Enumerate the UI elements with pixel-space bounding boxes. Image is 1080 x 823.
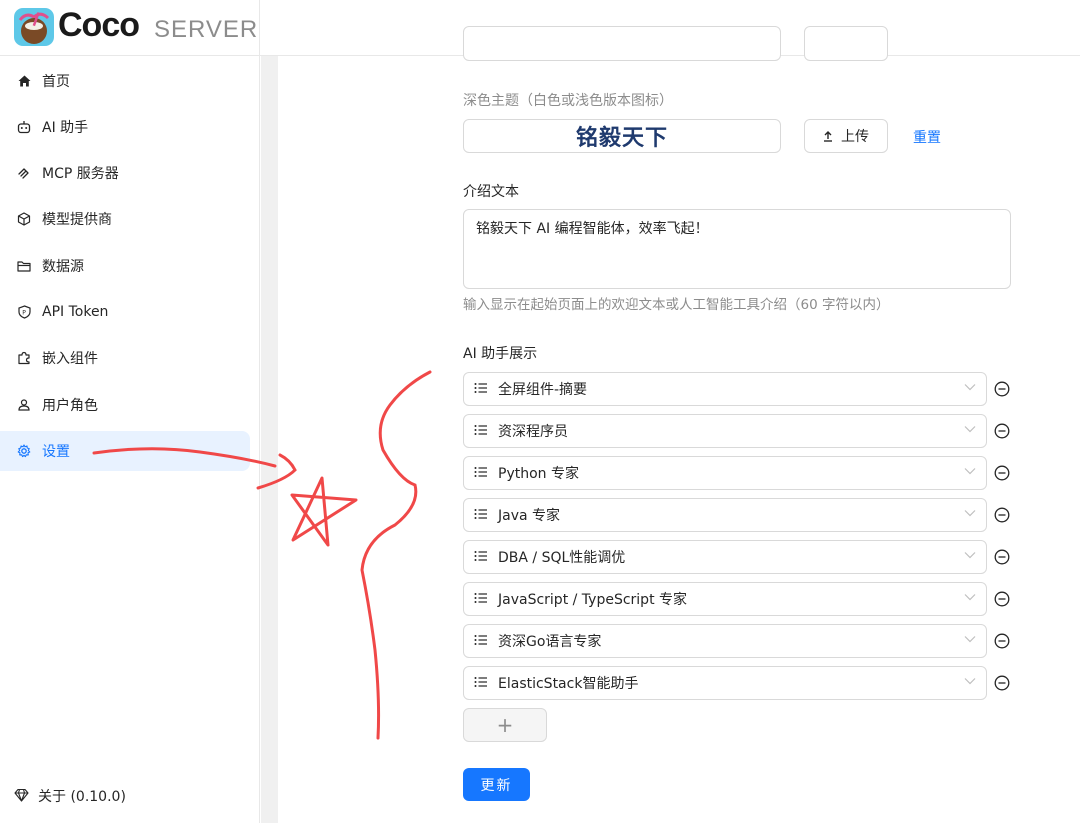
sidebar-item-mcp-server[interactable]: MCP 服务器 (0, 153, 250, 193)
drag-list-icon[interactable] (474, 382, 488, 396)
cube-icon (16, 211, 32, 227)
content-gutter (261, 56, 278, 823)
sidebar-item-ai-assistant[interactable]: AI 助手 (0, 107, 250, 147)
sidebar-item-model-provider[interactable]: 模型提供商 (0, 199, 250, 239)
assistant-select-value: 资深Go语言专家 (498, 634, 602, 650)
robot-icon (16, 119, 32, 135)
puzzle-icon (16, 350, 32, 366)
assistant-select[interactable]: Python 专家 (463, 456, 987, 490)
assistant-select[interactable]: 全屏组件-摘要 (463, 372, 987, 406)
plus-icon: + (496, 713, 514, 737)
gear-icon (16, 443, 32, 459)
remove-assistant-icon[interactable] (994, 381, 1010, 397)
remove-assistant-icon[interactable] (994, 549, 1010, 565)
remove-assistant-icon[interactable] (994, 465, 1010, 481)
assistant-select[interactable]: DBA / SQL性能调优 (463, 540, 987, 574)
svg-text:P: P (22, 310, 26, 317)
assistant-select-value: 资深程序员 (498, 424, 568, 440)
dark-theme-label: 深色主题（白色或浅色版本图标） (463, 93, 673, 109)
upload-button-label: 上传 (841, 129, 869, 145)
upload-icon (823, 130, 833, 142)
about-link[interactable]: 关于 (0.10.0) (14, 786, 126, 806)
assistants-label: AI 助手展示 (463, 346, 538, 362)
light-logo-preview (463, 26, 781, 61)
chevron-down-icon (964, 635, 976, 647)
drag-list-icon[interactable] (474, 676, 488, 690)
assistant-select-value: ElasticStack智能助手 (498, 676, 639, 692)
assistant-select-value: Java 专家 (498, 508, 561, 524)
brand-name: Coco (58, 6, 140, 44)
sidebar-item-label: 设置 (42, 444, 70, 460)
dark-logo-preview: 铭毅天下 (463, 119, 781, 153)
sidebar-item-label: 嵌入组件 (42, 351, 98, 367)
chevron-down-icon (964, 383, 976, 395)
assistant-select[interactable]: 资深Go语言专家 (463, 624, 987, 658)
sidebar-item-settings[interactable]: 设置 (0, 431, 250, 471)
assistant-select[interactable]: Java 专家 (463, 498, 987, 532)
assistant-select-value: JavaScript / TypeScript 专家 (498, 592, 688, 608)
sidebar-item-label: 数据源 (42, 259, 84, 275)
remove-assistant-icon[interactable] (994, 675, 1010, 691)
chevron-down-icon (964, 509, 976, 521)
drag-list-icon[interactable] (474, 592, 488, 606)
chevron-down-icon (964, 677, 976, 689)
sidebar-item-label: 用户角色 (42, 398, 98, 414)
logo-area: Coco SERVER (0, 0, 260, 56)
sidebar-item-label: 首页 (42, 74, 70, 90)
diamond-icon (14, 788, 30, 804)
intro-label: 介绍文本 (463, 184, 519, 200)
intro-help-text: 输入显示在起始页面上的欢迎文本或人工智能工具介绍（60 字符以内） (463, 297, 890, 313)
settings-form: 深色主题（白色或浅色版本图标） 铭毅天下 上传 重置 介绍文本 铭毅天下 AI … (278, 26, 1080, 823)
chevron-down-icon (964, 425, 976, 437)
assistant-select-value: 全屏组件-摘要 (498, 382, 588, 398)
add-assistant-button[interactable]: + (463, 708, 547, 742)
sidebar-item-embed-component[interactable]: 嵌入组件 (0, 338, 250, 378)
sidebar-item-user-role[interactable]: 用户角色 (0, 385, 250, 425)
remove-assistant-icon[interactable] (994, 423, 1010, 439)
coconut-logo-icon (14, 8, 54, 46)
home-icon (16, 73, 32, 89)
sidebar-item-data-source[interactable]: 数据源 (0, 246, 250, 286)
sidebar-item-home[interactable]: 首页 (0, 61, 250, 101)
assistant-select-value: Python 专家 (498, 466, 579, 482)
assistant-select[interactable]: ElasticStack智能助手 (463, 666, 987, 700)
shield-icon: P (16, 304, 32, 320)
reset-link[interactable]: 重置 (913, 127, 941, 147)
remove-assistant-icon[interactable] (994, 507, 1010, 523)
sidebar: 首页 AI 助手 MCP 服务器 模型提供商 数据源 P API Token 嵌… (0, 56, 260, 823)
chevron-down-icon (964, 593, 976, 605)
drag-list-icon[interactable] (474, 634, 488, 648)
sidebar-item-label: 模型提供商 (42, 212, 112, 228)
remove-assistant-icon[interactable] (994, 633, 1010, 649)
remove-assistant-icon[interactable] (994, 591, 1010, 607)
about-version-label: 关于 (0.10.0) (38, 789, 126, 805)
intro-textarea[interactable]: 铭毅天下 AI 编程智能体，效率飞起！ (463, 209, 1011, 289)
light-logo-upload-button[interactable] (804, 26, 888, 61)
drag-list-icon[interactable] (474, 508, 488, 522)
mcp-icon (16, 165, 32, 181)
dark-logo-text: 铭毅天下 (575, 125, 668, 151)
sidebar-item-label: MCP 服务器 (42, 166, 119, 182)
user-icon (16, 397, 32, 413)
sidebar-item-label: AI 助手 (42, 120, 89, 136)
sidebar-item-label: API Token (42, 304, 109, 320)
brand-subtitle: SERVER (154, 16, 259, 43)
assistant-select[interactable]: JavaScript / TypeScript 专家 (463, 582, 987, 616)
chevron-down-icon (964, 551, 976, 563)
sidebar-item-api-token[interactable]: P API Token (0, 292, 250, 332)
folder-icon (16, 258, 32, 274)
assistant-select-value: DBA / SQL性能调优 (498, 550, 626, 566)
drag-list-icon[interactable] (474, 424, 488, 438)
drag-list-icon[interactable] (474, 550, 488, 564)
upload-button[interactable]: 上传 (804, 119, 888, 153)
assistant-select[interactable]: 资深程序员 (463, 414, 987, 448)
drag-list-icon[interactable] (474, 466, 488, 480)
chevron-down-icon (964, 467, 976, 479)
update-button[interactable]: 更新 (463, 768, 530, 801)
